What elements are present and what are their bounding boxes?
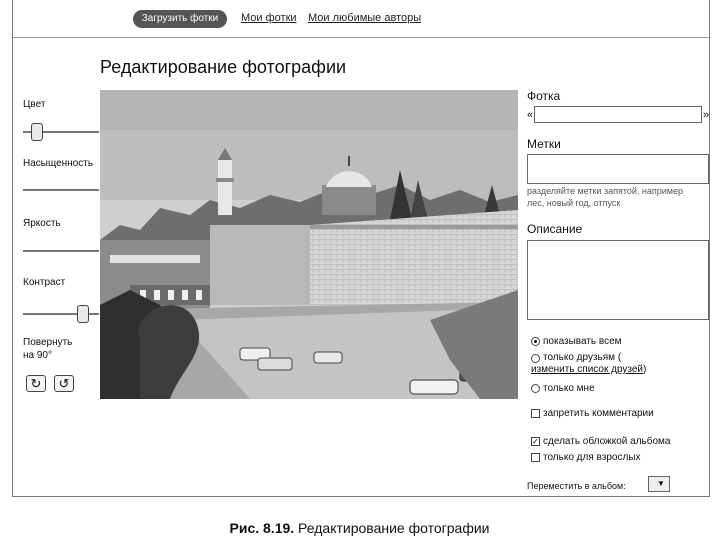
forbid-comments-label: запретить комментарии [543,408,654,419]
adults-only-checkbox[interactable] [531,453,540,462]
visibility-me-radio[interactable] [531,384,540,393]
tags-input[interactable] [527,154,709,184]
rotate-label-line1: Повернуть [23,337,73,348]
forbid-comments-option[interactable]: запретить комментарии [531,408,654,419]
color-slider-handle[interactable] [30,123,43,141]
visibility-friends-label: только друзьям ( [543,352,622,363]
move-to-album-label: Переместить в альбом: [527,481,626,491]
quote-open: « [527,109,534,121]
tags-label: Метки [527,137,561,151]
rotate-label-line2: на 90° [23,350,52,361]
brightness-slider-track[interactable] [23,250,99,252]
visibility-me-label: только мне [543,383,595,394]
chevron-down-icon: ▼ [657,479,665,488]
visibility-all-label: показывать всем [543,336,622,347]
rotate-label: Повернуть на 90° [23,336,72,362]
visibility-friends-option[interactable]: только друзьям (изменить список друзей) [531,352,711,376]
top-navigation: Загрузить фотки Мои фотки Мои любимые ав… [13,0,711,38]
figure-caption-text: Редактирование фотографии [294,520,490,536]
album-cover-label: сделать обложкой альбома [543,436,671,447]
forbid-comments-checkbox[interactable] [531,409,540,418]
description-textarea[interactable] [527,240,709,320]
adults-only-option[interactable]: только для взрослых [531,452,640,463]
rotate-counterclockwise-icon: ↺ [58,376,70,391]
photo-preview [100,90,518,399]
my-photos-link[interactable]: Мои фотки [241,12,297,24]
contrast-slider-handle[interactable] [77,305,90,323]
contrast-label: Контраст [23,277,66,288]
album-cover-option[interactable]: ✓ сделать обложкой альбома [531,436,670,447]
adults-only-label: только для взрослых [543,452,641,463]
description-label: Описание [527,222,583,236]
brightness-label: Яркость [23,218,61,229]
visibility-friends-radio[interactable] [531,353,540,363]
saturation-slider-track[interactable] [23,189,99,191]
photo-title-label: Фотка [527,89,561,103]
move-to-album-select[interactable]: ▼ [648,476,670,492]
visibility-friends-close: ) [643,364,647,375]
favorite-authors-link[interactable]: Мои любимые авторы [308,12,421,24]
album-cover-checkbox[interactable]: ✓ [531,437,540,446]
page-title: Редактирование фотографии [100,57,347,77]
saturation-label: Насыщенность [23,158,94,169]
edit-friends-list-link[interactable]: изменить список друзей [531,364,643,376]
upload-photos-button[interactable]: Загрузить фотки [133,10,227,28]
figure-caption: Рис. 8.19. Редактирование фотографии [0,520,719,536]
quote-close: » [703,109,710,121]
photo-title-input[interactable] [534,106,702,123]
tags-hint: разделяйте метки запятой, например лес, … [527,186,683,208]
visibility-all-option[interactable]: показывать всем [531,336,622,347]
editor-frame: Загрузить фотки Мои фотки Мои любимые ав… [12,0,711,497]
rotate-counterclockwise-button[interactable]: ↺ [54,375,74,392]
rotate-clockwise-icon: ↻ [30,376,42,391]
figure-number: Рис. 8.19. [229,520,295,536]
color-label: Цвет [23,99,46,110]
visibility-me-option[interactable]: только мне [531,383,595,394]
visibility-all-radio[interactable] [531,337,540,346]
rotate-clockwise-button[interactable]: ↻ [26,375,46,392]
